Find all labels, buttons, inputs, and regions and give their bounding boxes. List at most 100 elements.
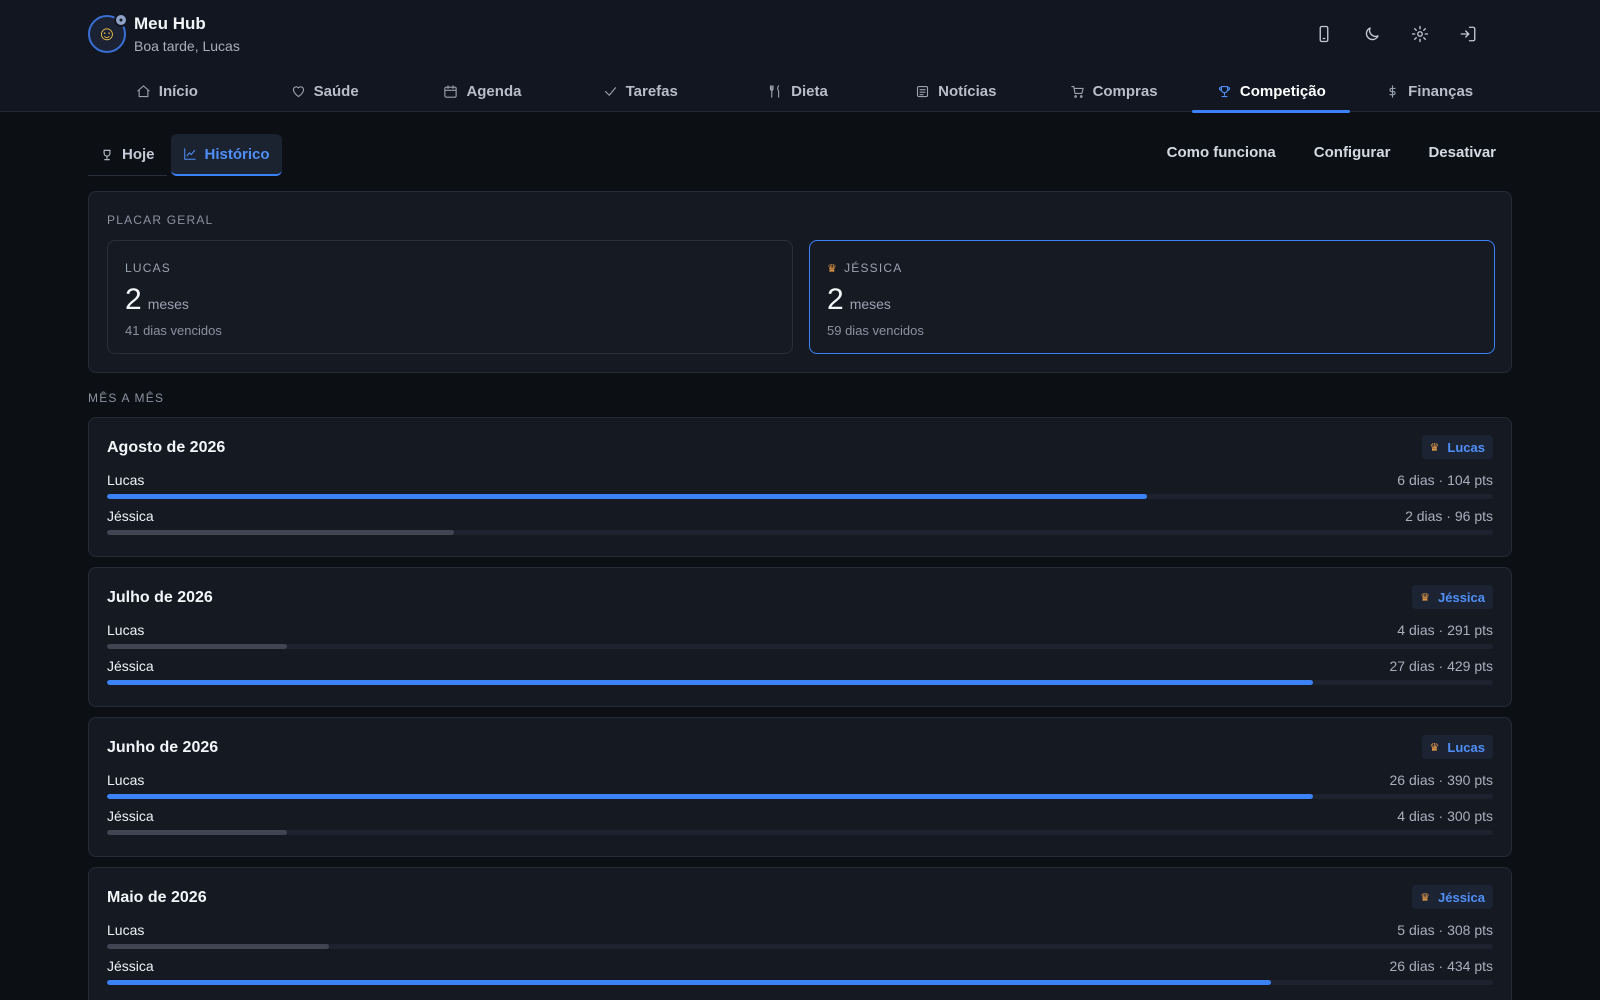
month-title: Agosto de 2026 [107, 439, 226, 456]
scoreboard-card: PLACAR GERAL LUCAS 2 meses 41 dias venci… [88, 191, 1512, 373]
nav-label: Finanças [1408, 82, 1474, 100]
configure-button[interactable]: Configurar [1314, 144, 1391, 161]
nav-label: Compras [1092, 82, 1158, 100]
logout-icon[interactable] [1456, 20, 1480, 48]
score-row: Jéssica 26 dias · 434 pts [107, 958, 1493, 988]
nav-label: Saúde [313, 82, 359, 100]
tab-hoje[interactable]: Hoje [88, 134, 167, 176]
nav-item-noticias[interactable]: Notícias [877, 70, 1035, 112]
row-player: Lucas [107, 772, 145, 788]
avatar[interactable]: ☺ ● [88, 13, 128, 53]
player-unit: meses [849, 296, 891, 312]
progress-fill [107, 494, 1147, 499]
row-player: Jéssica [107, 508, 154, 524]
month-card: Maio de 2026 ♛ Jéssica Lucas 5 dias · 30… [88, 867, 1512, 1000]
moon-icon[interactable] [1360, 20, 1384, 48]
progress-track [107, 830, 1493, 835]
how-it-works-button[interactable]: Como funciona [1167, 144, 1276, 161]
progress-track [107, 794, 1493, 799]
nav-item-agenda[interactable]: Agenda [404, 70, 562, 112]
nav-item-tarefas[interactable]: Tarefas [561, 70, 719, 112]
nav-label: Início [158, 82, 198, 100]
nav-item-compras[interactable]: Compras [1035, 70, 1193, 112]
home-icon [137, 84, 150, 97]
progress-track [107, 494, 1493, 499]
progress-track [107, 980, 1493, 985]
disable-button[interactable]: Desativar [1428, 144, 1496, 161]
month-title: Julho de 2026 [107, 589, 213, 606]
nav-label: Agenda [466, 82, 522, 100]
trophy-icon [103, 149, 111, 160]
avatar-face-icon: ☺ [96, 22, 118, 45]
main-nav: Início Saúde Agenda Tarefas Dieta Notíci… [88, 70, 1508, 113]
score-row: Jéssica 2 dias · 96 pts [107, 508, 1493, 538]
player-unit: meses [147, 296, 189, 312]
row-stats: 26 dias · 390 pts [1389, 772, 1493, 788]
heart-icon [292, 85, 304, 97]
player-card-lucas: LUCAS 2 meses 41 dias vencidos [107, 240, 793, 354]
winner-name: Lucas [1447, 739, 1485, 755]
progress-fill [107, 530, 454, 535]
winner-name: Jéssica [1438, 589, 1485, 605]
progress-fill [107, 680, 1313, 685]
row-player: Lucas [107, 472, 145, 488]
app-title: Meu Hub [134, 14, 206, 33]
player-name: JÉSSICA [844, 261, 903, 275]
player-months: 2 [125, 283, 142, 316]
score-row: Lucas 4 dias · 291 pts [107, 622, 1493, 652]
row-player: Jéssica [107, 808, 154, 824]
row-stats: 26 dias · 434 pts [1389, 958, 1493, 974]
newspaper-icon [917, 85, 929, 97]
top-bar: ☺ ● Meu Hub Boa tarde, Lucas Início Saúd… [0, 0, 1600, 113]
tab-label: Hoje [122, 146, 155, 163]
nav-label: Notícias [938, 82, 997, 100]
crown-icon: ♛ [827, 262, 839, 275]
winner-name: Lucas [1447, 439, 1485, 455]
nav-item-inicio[interactable]: Início [88, 70, 246, 112]
row-player: Jéssica [107, 658, 154, 674]
progress-track [107, 530, 1493, 535]
month-card: Junho de 2026 ♛ Lucas Lucas 26 dias · 39… [88, 717, 1512, 857]
nav-label: Dieta [791, 82, 828, 100]
row-stats: 6 dias · 104 pts [1397, 472, 1493, 488]
scoreboard-label: PLACAR GERAL [107, 213, 214, 227]
nav-item-dieta[interactable]: Dieta [719, 70, 877, 112]
tab-label: Histórico [204, 145, 270, 163]
monthly-label: MÊS A MÊS [88, 391, 165, 405]
month-title: Junho de 2026 [107, 739, 219, 756]
score-row: Lucas 6 dias · 104 pts [107, 472, 1493, 502]
nav-item-competicao[interactable]: Competição [1192, 70, 1351, 113]
crown-icon: ♛ [1429, 441, 1440, 454]
progress-fill [107, 644, 288, 649]
chart-line-icon [183, 148, 196, 160]
player-days: 41 dias vencidos [125, 323, 222, 338]
cart-icon [1070, 85, 1084, 98]
score-row: Lucas 5 dias · 308 pts [107, 922, 1493, 952]
trophy-icon [1218, 85, 1231, 97]
calendar-icon [444, 84, 458, 98]
score-row: Lucas 26 dias · 390 pts [107, 772, 1493, 802]
phone-icon[interactable] [1312, 20, 1336, 48]
nav-item-saude[interactable]: Saúde [246, 70, 404, 112]
progress-fill [107, 980, 1272, 985]
month-title: Maio de 2026 [107, 889, 207, 906]
tab-historico[interactable]: Histórico [170, 134, 282, 176]
dollar-icon [1389, 84, 1396, 98]
progress-fill [107, 794, 1313, 799]
player-months: 2 [827, 283, 844, 316]
player-days: 59 dias vencidos [827, 323, 924, 338]
winner-badge: ♛ Jéssica [1412, 585, 1493, 609]
row-stats: 27 dias · 429 pts [1389, 658, 1493, 674]
winner-badge: ♛ Jéssica [1412, 885, 1493, 909]
player-name: LUCAS [125, 261, 172, 275]
row-stats: 4 dias · 300 pts [1397, 808, 1493, 824]
nav-item-financas[interactable]: Finanças [1350, 70, 1508, 112]
winner-name: Jéssica [1438, 889, 1485, 905]
progress-track [107, 944, 1493, 949]
check-icon [604, 86, 616, 96]
nav-label: Competição [1239, 82, 1326, 100]
crown-icon: ♛ [1420, 891, 1430, 904]
gear-icon[interactable] [1408, 20, 1432, 48]
progress-track [107, 644, 1493, 649]
row-player: Lucas [107, 922, 145, 938]
